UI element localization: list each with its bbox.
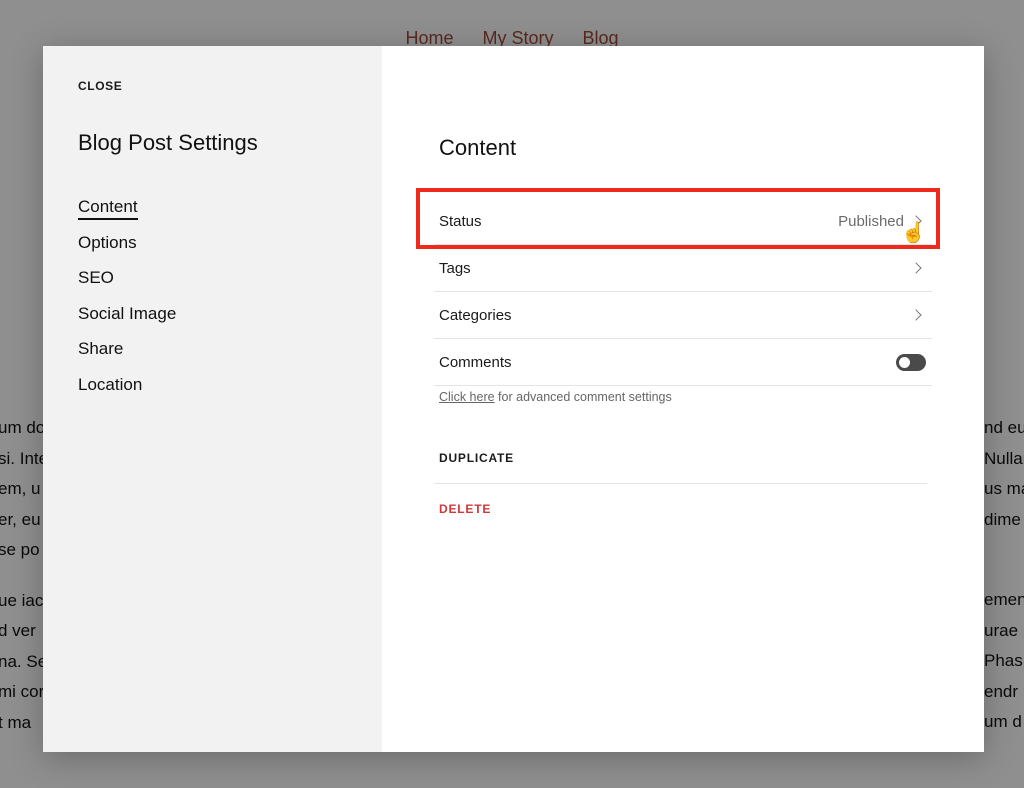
pointer-hand-icon: ☝ [901,222,926,244]
nav-item-share[interactable]: Share [78,339,176,375]
advanced-comment-note: Click here for advanced comment settings [439,390,672,404]
nav-item-options[interactable]: Options [78,233,176,269]
toggle-knob [899,356,910,368]
nav-item-seo[interactable]: SEO [78,268,176,304]
section-title: Content [439,135,517,160]
settings-sidebar: CLOSE Blog Post Settings Content Options… [43,46,382,752]
divider [434,483,927,484]
settings-content: Content Status Published Tags Categories… [382,46,984,752]
status-label: Status [439,212,482,230]
comments-toggle[interactable] [896,353,926,371]
comments-row: Comments [434,339,932,386]
panel-title: Blog Post Settings [78,130,258,155]
tags-label: Tags [439,259,471,277]
settings-nav: Content Options SEO Social Image Share L… [78,197,176,410]
nav-item-social-image[interactable]: Social Image [78,304,176,340]
advanced-settings-link[interactable]: Click here [439,390,495,404]
tags-row[interactable]: Tags [434,245,932,292]
settings-rows: Status Published Tags Categories Comment… [434,198,932,386]
status-row[interactable]: Status Published [434,198,932,245]
advanced-note-text: for advanced comment settings [494,390,672,404]
nav-item-location[interactable]: Location [78,375,176,411]
chevron-right-icon [910,262,922,274]
status-value: Published [838,212,904,230]
duplicate-button[interactable]: DUPLICATE [439,451,514,465]
comments-label: Comments [439,353,512,371]
chevron-right-icon [910,309,922,321]
categories-label: Categories [439,306,512,324]
blog-post-settings-modal: CLOSE Blog Post Settings Content Options… [43,46,984,752]
delete-button[interactable]: DELETE [439,502,491,516]
nav-item-content[interactable]: Content [78,197,176,233]
close-button[interactable]: CLOSE [78,79,122,93]
categories-row[interactable]: Categories [434,292,932,339]
